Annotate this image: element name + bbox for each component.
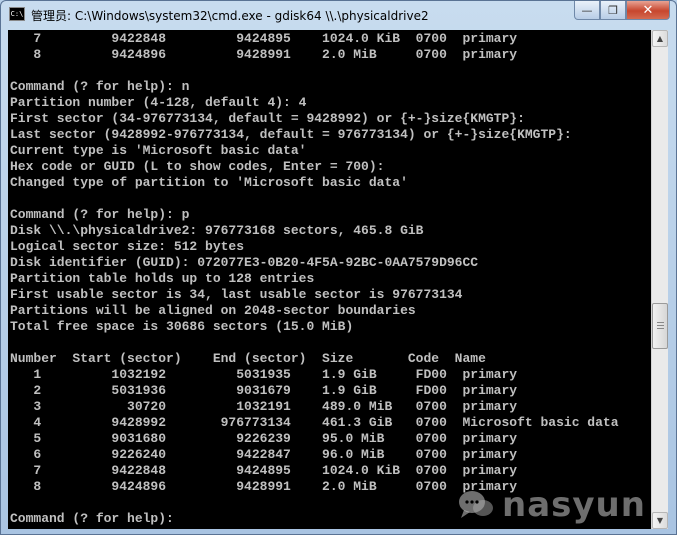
- console-line: 6 9226240 9422847 96.0 MiB 0700 primary: [10, 447, 518, 462]
- console-line: Disk identifier (GUID): 072077E3-0B20-4F…: [10, 255, 479, 270]
- console-line: Partitions will be aligned on 2048-secto…: [10, 303, 416, 318]
- maximize-button[interactable]: ❐: [600, 1, 626, 20]
- minimize-icon: —: [581, 3, 593, 17]
- console-line: Total free space is 30686 sectors (15.0 …: [10, 319, 354, 334]
- restore-icon: ❐: [608, 3, 618, 17]
- console-line: Partition table holds up to 128 entries: [10, 271, 315, 286]
- watermark-text: nasyun: [502, 485, 646, 525]
- close-button[interactable]: ✕: [626, 1, 670, 20]
- console-line: Disk \\.\physicaldrive2: 976773168 secto…: [10, 223, 424, 238]
- console-line: 7 9422848 9424895 1024.0 KiB 0700 primar…: [10, 31, 518, 46]
- console-line: 8 9424896 9428991 2.0 MiB 0700 primary: [10, 47, 518, 62]
- scroll-thumb[interactable]: [652, 303, 668, 349]
- console-line: First sector (34-976773134, default = 94…: [10, 111, 525, 126]
- console-line: Hex code or GUID (L to show codes, Enter…: [10, 159, 385, 174]
- console-line: Command (? for help): n: [10, 79, 190, 94]
- console-line: Command (? for help): p: [10, 207, 190, 222]
- console-line: First usable sector is 34, last usable s…: [10, 287, 463, 302]
- close-icon: ✕: [642, 2, 654, 18]
- console-line: 2 5031936 9031679 1.9 GiB FD00 primary: [10, 383, 518, 398]
- minimize-button[interactable]: —: [574, 1, 600, 20]
- console-line: Last sector (9428992-976773134, default …: [10, 127, 572, 142]
- grip-line: [657, 328, 664, 329]
- console-line: Logical sector size: 512 bytes: [10, 239, 245, 254]
- console-line: 7 9422848 9424895 1024.0 KiB 0700 primar…: [10, 463, 518, 478]
- console-line: Number Start (sector) End (sector) Size …: [10, 351, 486, 366]
- console-line: 1 1032192 5031935 1.9 GiB FD00 primary: [10, 367, 518, 382]
- chat-bubbles-icon: [459, 491, 493, 518]
- console-line: 3 30720 1032191 489.0 MiB 0700 primary: [10, 399, 518, 414]
- arrow-up-icon: ▲: [656, 34, 664, 43]
- console-line: 8 9424896 9428991 2.0 MiB 0700 primary: [10, 479, 518, 494]
- console-line: 5 9031680 9226239 95.0 MiB 0700 primary: [10, 431, 518, 446]
- grip-line: [657, 325, 664, 326]
- scroll-down-button[interactable]: ▼: [652, 512, 668, 529]
- console-line: Current type is 'Microsoft basic data': [10, 143, 307, 158]
- vertical-scrollbar[interactable]: ▲ ▼: [651, 30, 668, 529]
- caption-buttons: — ❐ ✕: [574, 1, 670, 21]
- console-output[interactable]: 7 9422848 9424895 1024.0 KiB 0700 primar…: [8, 30, 651, 529]
- console-text[interactable]: 7 9422848 9424895 1024.0 KiB 0700 primar…: [8, 30, 651, 527]
- cmd-app-icon[interactable]: C:\: [9, 7, 25, 21]
- console-line: Partition number (4-128, default 4): 4: [10, 95, 307, 110]
- console-window: C:\ 管理员: C:\Windows\system32\cmd.exe - g…: [0, 0, 677, 535]
- console-line: 4 9428992 976773134 461.3 GiB 0700 Micro…: [10, 415, 619, 430]
- scroll-up-button[interactable]: ▲: [652, 30, 668, 47]
- watermark: nasyun: [458, 482, 646, 528]
- window-title: 管理员: C:\Windows\system32\cmd.exe - gdisk…: [31, 9, 429, 23]
- arrow-down-icon: ▼: [656, 516, 664, 525]
- grip-line: [657, 322, 664, 323]
- title-bar[interactable]: C:\ 管理员: C:\Windows\system32\cmd.exe - g…: [1, 1, 676, 29]
- console-line: Command (? for help):: [10, 511, 182, 526]
- console-line: Changed type of partition to 'Microsoft …: [10, 175, 408, 190]
